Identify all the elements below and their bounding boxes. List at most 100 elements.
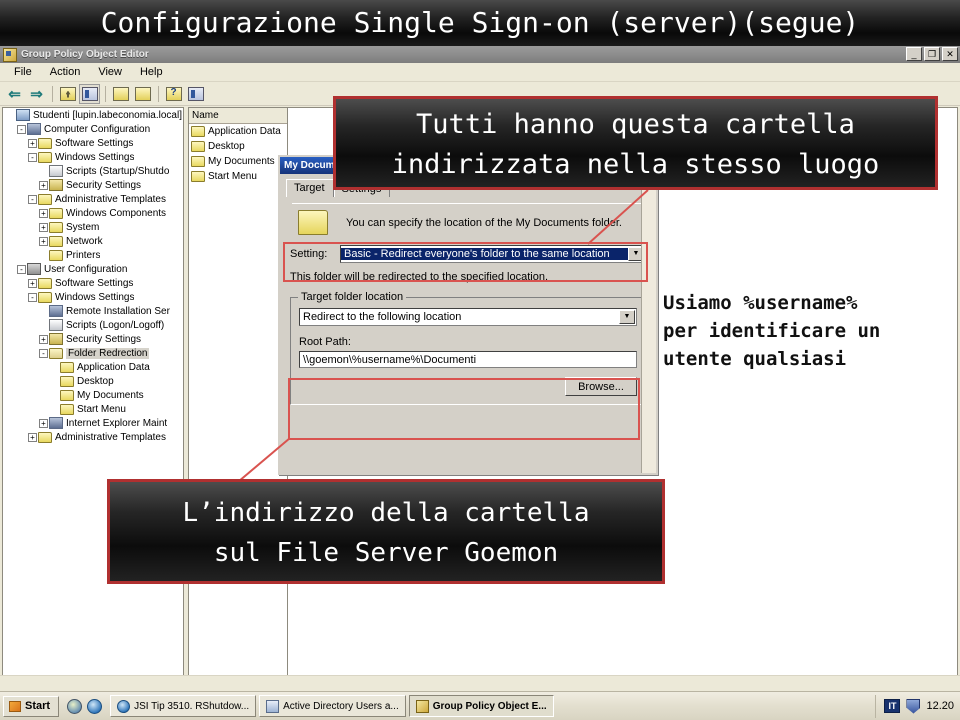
tree-toggle[interactable]: + bbox=[27, 278, 38, 288]
console-tree-pane[interactable]: Studenti [lupin.labeconomia.local] P - Com… bbox=[2, 107, 184, 677]
clock[interactable]: 12.20 bbox=[926, 700, 954, 712]
menu-action[interactable]: Action bbox=[41, 64, 90, 80]
tree-item[interactable]: + Security Settings bbox=[3, 332, 183, 346]
menu-help[interactable]: Help bbox=[131, 64, 172, 80]
tree-item[interactable]: - User Configuration bbox=[3, 262, 183, 276]
list-item[interactable]: Application Data bbox=[189, 124, 287, 139]
expand-icon[interactable]: + bbox=[39, 334, 48, 344]
tree-toggle[interactable]: + bbox=[38, 334, 49, 344]
new-window-button[interactable] bbox=[185, 84, 206, 104]
tree-toggle[interactable]: + bbox=[38, 180, 49, 190]
tree-item[interactable]: + Software Settings bbox=[3, 276, 183, 290]
export-list-button[interactable] bbox=[132, 84, 153, 104]
window-titlebar[interactable]: Group Policy Object Editor _ ❐ ✕ bbox=[0, 46, 960, 63]
tree-item[interactable]: Desktop bbox=[3, 374, 183, 388]
tree-toggle[interactable]: - bbox=[27, 152, 38, 162]
expand-icon[interactable]: + bbox=[28, 432, 37, 442]
tree-toggle[interactable]: + bbox=[38, 208, 49, 218]
tree-item[interactable]: + Windows Components bbox=[3, 206, 183, 220]
collapse-icon[interactable]: - bbox=[28, 292, 37, 302]
tree-item[interactable]: - Windows Settings bbox=[3, 150, 183, 164]
menu-file[interactable]: File bbox=[5, 64, 41, 80]
tree-toggle[interactable]: - bbox=[16, 124, 27, 134]
properties-button[interactable] bbox=[110, 84, 131, 104]
tree-item[interactable]: + System bbox=[3, 220, 183, 234]
tree-toggle[interactable]: + bbox=[27, 432, 38, 442]
remote-install-icon bbox=[49, 305, 63, 317]
taskbar-button[interactable]: JSI Tip 3510. RShutdow... bbox=[110, 695, 257, 717]
forward-button[interactable]: ⇒ bbox=[26, 84, 47, 104]
tree-item[interactable]: - Administrative Templates bbox=[3, 192, 183, 206]
collapse-icon[interactable]: - bbox=[39, 348, 48, 358]
tree-toggle[interactable]: + bbox=[38, 222, 49, 232]
expand-icon[interactable]: + bbox=[39, 236, 48, 246]
expand-icon[interactable]: + bbox=[39, 180, 48, 190]
tree-toggle[interactable]: - bbox=[27, 194, 38, 204]
taskbar-button[interactable]: Active Directory Users a... bbox=[259, 695, 406, 717]
tree-toggle[interactable]: + bbox=[27, 138, 38, 148]
user-icon bbox=[27, 263, 41, 275]
collapse-icon[interactable]: - bbox=[17, 124, 26, 134]
expand-icon[interactable]: + bbox=[39, 418, 48, 428]
security-shield-icon[interactable] bbox=[906, 698, 921, 714]
tree-item[interactable]: Start Menu bbox=[3, 402, 183, 416]
window-controls: _ ❐ ✕ bbox=[906, 47, 958, 61]
tree-item[interactable]: - Computer Configuration bbox=[3, 122, 183, 136]
tree-item[interactable]: + Internet Explorer Maint bbox=[3, 416, 183, 430]
tree-toggle[interactable]: - bbox=[16, 264, 27, 274]
menu-view[interactable]: View bbox=[89, 64, 131, 80]
tree-toggle[interactable]: + bbox=[38, 236, 49, 246]
tree-item-label: Windows Components bbox=[66, 207, 167, 219]
location-combobox[interactable]: Redirect to the following location ▼ bbox=[299, 308, 637, 326]
expand-icon[interactable]: + bbox=[39, 208, 48, 218]
tree-item-label: Software Settings bbox=[55, 277, 134, 289]
show-hide-tree-button[interactable] bbox=[79, 83, 100, 104]
collapse-icon[interactable]: - bbox=[28, 194, 37, 204]
tree-item[interactable]: My Documents bbox=[3, 388, 183, 402]
tree-item[interactable]: Printers bbox=[3, 248, 183, 262]
tree-item[interactable]: Studenti [lupin.labeconomia.local] P bbox=[3, 108, 183, 122]
tree-item[interactable]: + Software Settings bbox=[3, 136, 183, 150]
close-button[interactable]: ✕ bbox=[942, 47, 958, 61]
list-item[interactable]: My Documents bbox=[189, 154, 287, 169]
chevron-down-icon[interactable]: ▼ bbox=[619, 310, 635, 324]
tree-item[interactable]: - Windows Settings bbox=[3, 290, 183, 304]
tree-toggle[interactable]: - bbox=[38, 348, 49, 358]
help-button[interactable] bbox=[163, 84, 184, 104]
tree-item[interactable]: Application Data bbox=[3, 360, 183, 374]
back-button[interactable]: ⇐ bbox=[4, 84, 25, 104]
root-path-highlight-box bbox=[288, 378, 640, 440]
tree-item-label: Scripts (Logon/Logoff) bbox=[66, 319, 165, 331]
list-item[interactable]: Start Menu bbox=[189, 169, 287, 184]
expand-icon[interactable]: + bbox=[39, 222, 48, 232]
language-indicator[interactable]: IT bbox=[884, 699, 901, 713]
internet-explorer-icon[interactable] bbox=[87, 698, 103, 714]
expand-icon[interactable]: + bbox=[28, 278, 37, 288]
collapse-icon[interactable]: - bbox=[17, 264, 26, 274]
collapse-icon[interactable]: - bbox=[28, 152, 37, 162]
taskbar-button[interactable]: Group Policy Object E... bbox=[408, 695, 554, 717]
root-path-input[interactable]: \\goemon\%username%\Documenti bbox=[299, 351, 637, 368]
up-one-level-button[interactable] bbox=[57, 84, 78, 104]
tab-target[interactable]: Target bbox=[286, 179, 334, 197]
tree-item[interactable]: Scripts (Logon/Logoff) bbox=[3, 318, 183, 332]
dialog-vertical-scrollbar[interactable] bbox=[641, 174, 656, 473]
tree-item[interactable]: + Network bbox=[3, 234, 183, 248]
console-list-pane[interactable]: Name Application Data Desktop My Documents… bbox=[188, 107, 288, 693]
folder-icon bbox=[60, 361, 74, 373]
minimize-button[interactable]: _ bbox=[906, 47, 922, 61]
list-column-header-name[interactable]: Name bbox=[189, 108, 287, 124]
tree-item[interactable]: + Administrative Templates bbox=[3, 430, 183, 444]
tree-item[interactable]: Scripts (Startup/Shutdo bbox=[3, 164, 183, 178]
tree-toggle[interactable]: - bbox=[27, 292, 38, 302]
tree-item[interactable]: + Security Settings bbox=[3, 178, 183, 192]
tree-toggle[interactable]: + bbox=[38, 418, 49, 428]
tree-item[interactable]: Remote Installation Ser bbox=[3, 304, 183, 318]
media-player-icon[interactable] bbox=[67, 698, 83, 714]
restore-button[interactable]: ❐ bbox=[924, 47, 940, 61]
expand-icon[interactable]: + bbox=[28, 138, 37, 148]
start-button[interactable]: Start bbox=[3, 695, 60, 717]
folder-icon bbox=[60, 375, 74, 387]
tree-item[interactable]: - Folder Redrection bbox=[3, 346, 183, 360]
list-item[interactable]: Desktop bbox=[189, 139, 287, 154]
